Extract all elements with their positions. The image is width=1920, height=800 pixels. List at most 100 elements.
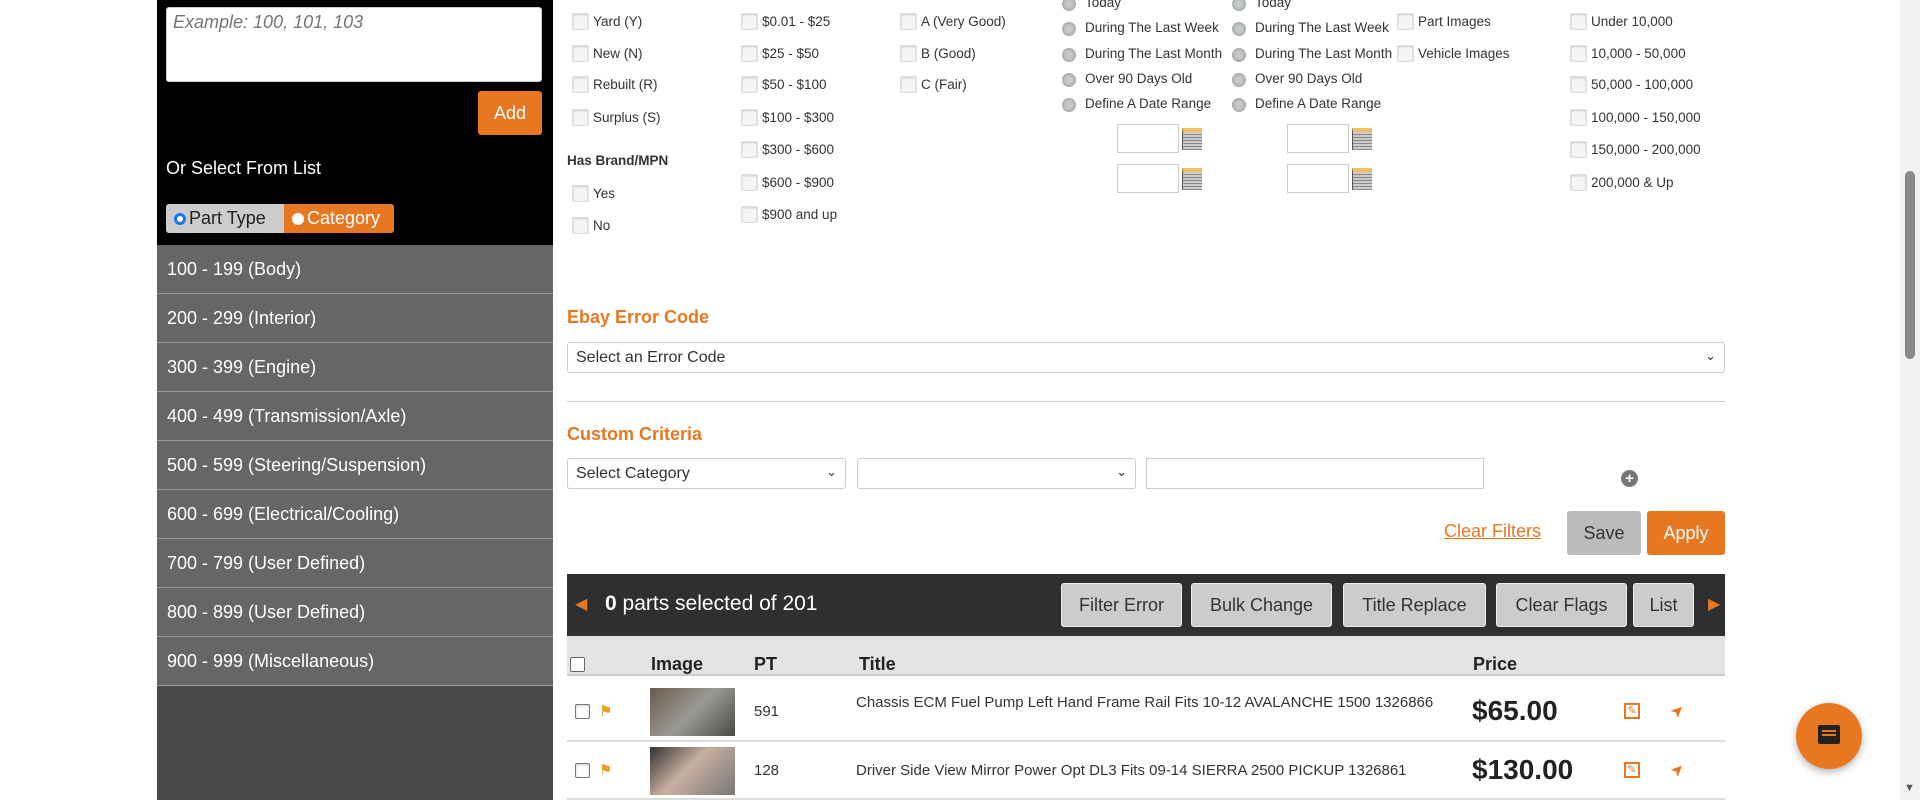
chevron-down-icon: ⌄ [826, 464, 837, 479]
radio-date2[interactable] [1232, 73, 1246, 87]
checkbox-price[interactable] [741, 109, 758, 126]
checkbox-grade[interactable] [900, 76, 917, 93]
table-row: ⚑ 128 Driver Side View Mirror Power Opt DL… [567, 742, 1725, 800]
checkbox-mileage[interactable] [1570, 13, 1587, 30]
checkbox-images[interactable] [1397, 45, 1414, 62]
checkbox-price[interactable] [741, 13, 758, 30]
checkbox-images[interactable] [1397, 13, 1414, 30]
label-grade: C (Fair) [921, 77, 967, 92]
date-input[interactable] [1117, 164, 1179, 193]
sidebar-item[interactable]: 300 - 399 (Engine) [157, 343, 553, 392]
custom-field-select[interactable]: ⌄ [857, 458, 1136, 489]
checkbox-brand[interactable] [572, 217, 589, 234]
label-price: $50 - $100 [762, 77, 827, 92]
radio-date1[interactable] [1062, 73, 1076, 87]
radio-date2[interactable] [1232, 22, 1246, 36]
checkbox-price[interactable] [741, 76, 758, 93]
calendar-icon[interactable] [1182, 168, 1202, 190]
scroll-right-icon[interactable]: ▶ [1708, 594, 1720, 614]
toggle-part-type[interactable]: Part Type [166, 204, 284, 233]
toolbar-button[interactable]: Filter Error [1061, 583, 1182, 627]
toggle-category[interactable]: Category [284, 204, 394, 233]
toolbar-button[interactable]: List [1633, 583, 1694, 627]
add-button[interactable]: Add [478, 91, 542, 135]
part-thumbnail[interactable] [650, 687, 735, 736]
custom-category-select[interactable]: Select Category ⌄ [567, 458, 846, 489]
radio-date1[interactable] [1062, 0, 1076, 11]
calendar-icon[interactable] [1352, 168, 1372, 190]
sidebar-item[interactable]: 900 - 999 (Miscellaneous) [157, 637, 553, 686]
scrollbar-thumb[interactable] [1905, 171, 1915, 359]
part-title[interactable]: Driver Side View Mirror Power Opt DL3 Fi… [856, 762, 1446, 780]
radio-date1[interactable] [1062, 22, 1076, 36]
label-mileage: 200,000 & Up [1591, 175, 1674, 190]
radio-date2[interactable] [1232, 98, 1246, 112]
checkbox-brand[interactable] [572, 185, 589, 202]
checkbox-grade[interactable] [900, 45, 917, 62]
checkbox-grade[interactable] [900, 13, 917, 30]
checkbox-mileage[interactable] [1570, 141, 1587, 158]
edit-icon[interactable]: ✎ [1624, 762, 1640, 778]
radio-date1[interactable] [1062, 48, 1076, 62]
part-title[interactable]: Chassis ECM Fuel Pump Left Hand Frame Ra… [856, 694, 1446, 712]
sidebar-item[interactable]: 100 - 199 (Body) [157, 245, 553, 294]
checkbox-mileage[interactable] [1570, 174, 1587, 191]
radio-date1[interactable] [1062, 98, 1076, 112]
edit-icon[interactable]: ✎ [1624, 702, 1640, 719]
checkbox-mileage[interactable] [1570, 109, 1587, 126]
scroll-down-icon[interactable]: ▼ [1904, 782, 1915, 794]
save-button[interactable]: Save [1567, 511, 1641, 555]
date-input[interactable] [1287, 124, 1349, 153]
custom-value-input[interactable] [1146, 458, 1484, 489]
error-code-select[interactable]: Select an Error Code ⌄ [567, 342, 1725, 373]
toolbar-button[interactable]: Bulk Change [1191, 583, 1332, 627]
sidebar-item[interactable]: 500 - 599 (Steering/Suspension) [157, 441, 553, 490]
sidebar-item[interactable]: 800 - 899 (User Defined) [157, 588, 553, 637]
header-price[interactable]: Price [1473, 654, 1517, 675]
sidebar-item[interactable]: 700 - 799 (User Defined) [157, 539, 553, 588]
scrollbar[interactable]: ▼ [1900, 0, 1920, 800]
scroll-left-icon[interactable]: ◀ [575, 594, 587, 614]
date-input[interactable] [1287, 164, 1349, 193]
radio-date2[interactable] [1232, 0, 1246, 11]
checkbox-condition[interactable] [572, 109, 589, 126]
checkbox-price[interactable] [741, 174, 758, 191]
part-ids-input[interactable] [166, 7, 542, 82]
send-icon[interactable]: ➤ [1666, 699, 1690, 723]
send-icon[interactable]: ➤ [1666, 758, 1690, 782]
sidebar-item[interactable]: 200 - 299 (Interior) [157, 294, 553, 343]
date-input[interactable] [1117, 124, 1179, 153]
toolbar-button[interactable]: Title Replace [1343, 583, 1486, 627]
label-date1: Define A Date Range [1085, 96, 1212, 111]
sidebar-item[interactable]: 400 - 499 (Transmission/Axle) [157, 392, 553, 441]
list-type-toggle: Part Type Category [166, 204, 394, 233]
checkbox-condition[interactable] [572, 76, 589, 93]
checkbox-price[interactable] [741, 206, 758, 223]
radio-date2[interactable] [1232, 48, 1246, 62]
clear-filters-link[interactable]: Clear Filters [1444, 521, 1541, 542]
apply-button[interactable]: Apply [1647, 511, 1725, 555]
chevron-down-icon: ⌄ [1705, 348, 1716, 363]
header-pt[interactable]: PT [754, 654, 777, 675]
calendar-icon[interactable] [1182, 128, 1202, 150]
part-thumbnail[interactable] [650, 747, 735, 795]
row-checkbox[interactable] [575, 703, 590, 719]
header-title[interactable]: Title [859, 654, 896, 675]
checkbox-price[interactable] [741, 141, 758, 158]
checkbox-condition[interactable] [572, 45, 589, 62]
toggle-label: Part Type [189, 208, 266, 228]
row-checkbox[interactable] [575, 763, 590, 778]
flag-icon[interactable]: ⚑ [599, 702, 612, 720]
select-all-checkbox[interactable] [570, 657, 585, 672]
toolbar-button[interactable]: Clear Flags [1496, 583, 1627, 627]
sidebar-item[interactable]: 600 - 699 (Electrical/Cooling) [157, 490, 553, 539]
add-criteria-icon[interactable]: + [1621, 470, 1638, 487]
chat-button[interactable] [1796, 703, 1862, 769]
checkbox-mileage[interactable] [1570, 45, 1587, 62]
label-condition: New (N) [593, 46, 643, 61]
checkbox-condition[interactable] [572, 13, 589, 30]
flag-icon[interactable]: ⚑ [599, 761, 612, 779]
checkbox-price[interactable] [741, 45, 758, 62]
calendar-icon[interactable] [1352, 128, 1372, 150]
checkbox-mileage[interactable] [1570, 76, 1587, 93]
